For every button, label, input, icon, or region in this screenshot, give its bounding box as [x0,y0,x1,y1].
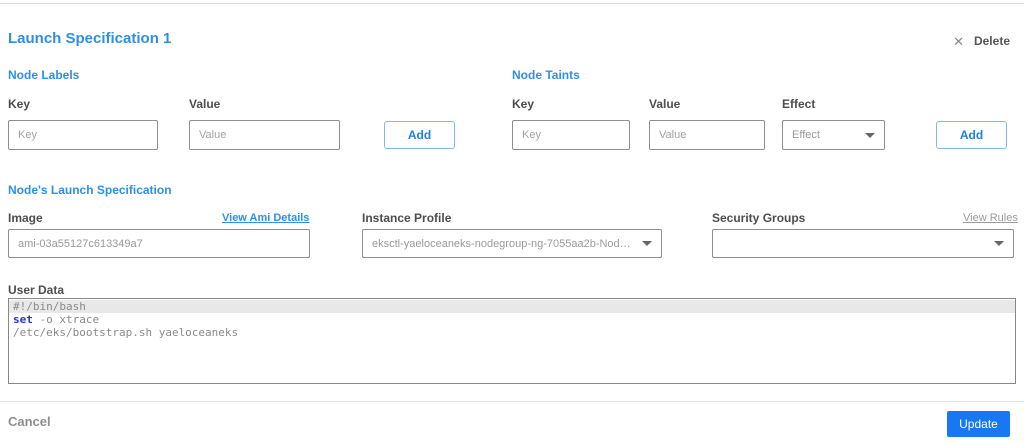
code-line: set -o xtrace [13,313,100,326]
update-button[interactable]: Update [947,411,1010,437]
footer-divider [0,401,1024,402]
code-line: #!/bin/bash [9,300,1015,313]
node-labels-key-label: Key [8,97,31,111]
user-data-editor[interactable]: #!/bin/bash set -o xtrace /etc/eks/boots… [8,298,1016,384]
node-labels-heading: Node Labels [8,68,80,82]
code-keyword: set [13,313,33,326]
close-x-icon: ✕ [953,33,964,49]
node-taints-value-input[interactable] [649,120,765,150]
view-rules-link[interactable]: View Rules [963,212,1018,224]
node-taints-add-button[interactable]: Add [936,121,1007,149]
delete-button-label: Delete [973,34,1010,48]
chevron-down-icon [865,132,875,138]
node-taints-key-label: Key [512,97,535,111]
page-title: Launch Specification 1 [8,30,172,47]
node-taints-value-label: Value [649,97,681,111]
cancel-button[interactable]: Cancel [8,414,51,429]
launch-spec-heading: Node's Launch Specification [8,183,172,197]
top-divider [0,3,1024,4]
image-label: Image [8,211,43,225]
chevron-down-icon [994,241,1004,246]
node-labels-key-input[interactable] [8,120,158,150]
effect-select-placeholder: Effect [792,129,820,141]
security-groups-select[interactable] [712,229,1014,258]
code-line: /etc/eks/bootstrap.sh yaeloceaneks [13,326,239,339]
node-labels-add-button[interactable]: Add [384,121,455,149]
node-taints-effect-label: Effect [782,97,816,111]
security-groups-label: Security Groups [712,211,806,225]
node-taints-effect-select[interactable]: Effect [782,120,885,150]
instance-profile-select[interactable]: eksctl-yaeloceaneks-nodegroup-ng-7055aa2… [362,229,662,258]
node-labels-value-input[interactable] [189,120,340,150]
node-taints-heading: Node Taints [512,68,580,82]
instance-profile-label: Instance Profile [362,211,452,225]
delete-button[interactable]: ✕ Delete [953,34,1010,48]
view-ami-details-link[interactable]: View Ami Details [222,212,309,224]
user-data-label: User Data [8,283,65,297]
node-taints-key-input[interactable] [512,120,630,150]
chevron-down-icon [642,241,652,246]
instance-profile-value: eksctl-yaeloceaneks-nodegroup-ng-7055aa2… [372,237,634,250]
image-input[interactable] [8,229,310,258]
node-labels-value-label: Value [189,97,221,111]
